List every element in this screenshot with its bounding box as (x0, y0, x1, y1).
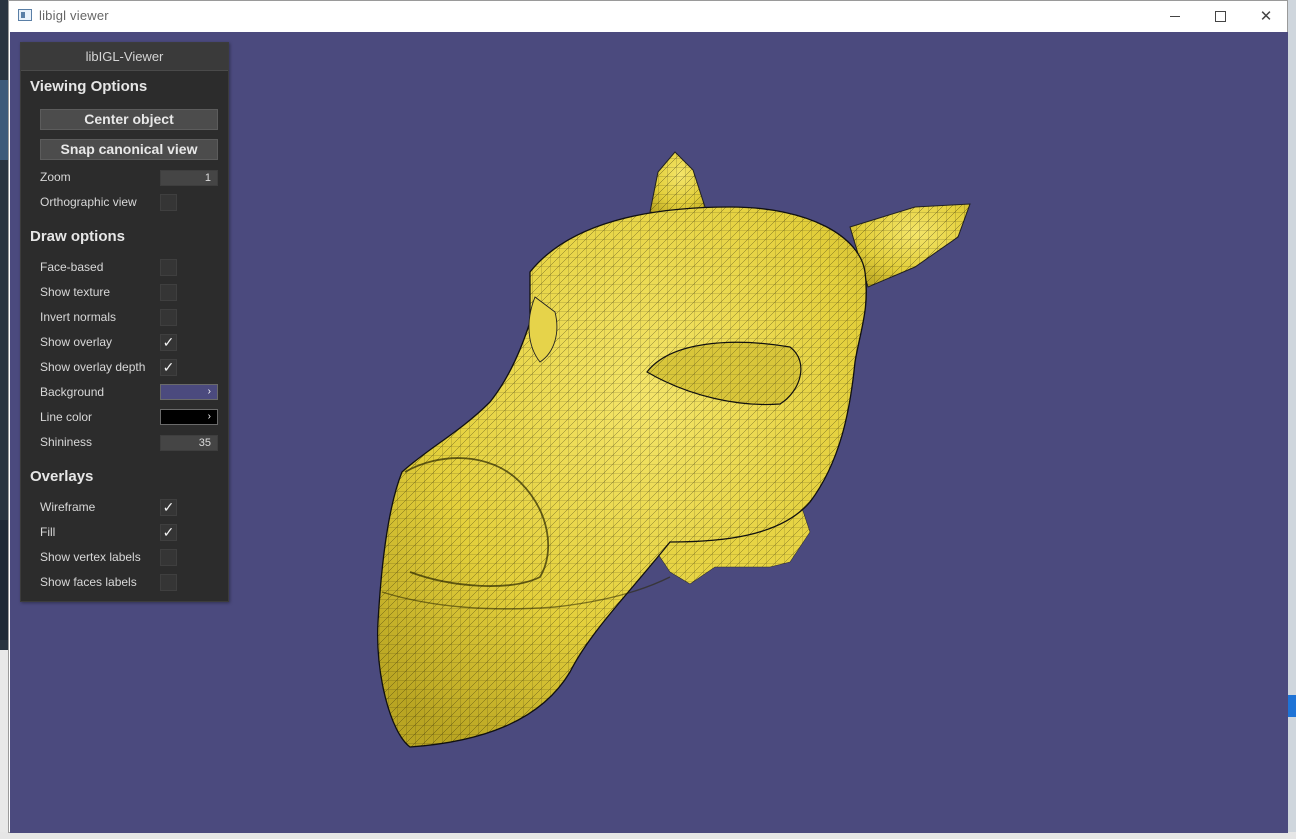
zoom-label: Zoom (40, 170, 71, 184)
3d-viewport[interactable]: libIGL-Viewer Viewing Options Center obj… (10, 32, 1288, 833)
face-based-label: Face-based (40, 260, 104, 274)
overlays-header[interactable]: Overlays (30, 468, 93, 485)
close-button[interactable]: ✕ (1243, 1, 1289, 31)
draw-options-header[interactable]: Draw options (30, 228, 125, 245)
maximize-button[interactable] (1197, 1, 1243, 31)
minimize-icon (1170, 15, 1180, 17)
snap-canonical-view-button[interactable]: Snap canonical view (40, 139, 218, 160)
line-color-label: Line color (40, 410, 93, 424)
show-overlay-depth-label: Show overlay depth (40, 360, 146, 374)
shininess-label: Shininess (40, 435, 93, 449)
center-object-button[interactable]: Center object (40, 109, 218, 130)
invert-normals-label: Invert normals (40, 310, 117, 324)
show-overlay-checkbox[interactable]: ✓ (160, 334, 177, 351)
show-overlay-label: Show overlay (40, 335, 113, 349)
close-icon: ✕ (1259, 8, 1273, 25)
zoom-input[interactable]: 1 (160, 170, 218, 186)
invert-normals-checkbox[interactable] (160, 309, 177, 326)
show-vertex-labels-checkbox[interactable] (160, 549, 177, 566)
app-icon (18, 9, 32, 21)
line-color-picker[interactable]: › (160, 409, 218, 425)
shininess-input[interactable]: 35 (160, 435, 218, 451)
wireframe-checkbox[interactable]: ✓ (160, 499, 177, 516)
show-texture-label: Show texture (40, 285, 111, 299)
orthographic-view-label: Orthographic view (40, 195, 137, 209)
desktop-accent-fragment (1288, 695, 1296, 717)
title-bar[interactable]: libigl viewer ✕ (9, 1, 1287, 31)
viewing-options-header[interactable]: Viewing Options (30, 78, 147, 95)
background-color-picker[interactable]: › (160, 384, 218, 400)
panel-title[interactable]: libIGL-Viewer (21, 43, 228, 71)
fill-checkbox[interactable]: ✓ (160, 524, 177, 541)
background-label: Background (40, 385, 105, 399)
show-faces-labels-label: Show faces labels (40, 575, 137, 589)
wireframe-label: Wireframe (40, 500, 96, 514)
show-faces-labels-checkbox[interactable] (160, 574, 177, 591)
show-vertex-labels-label: Show vertex labels (40, 550, 141, 564)
maximize-icon (1214, 10, 1226, 22)
window-title: libigl viewer (39, 8, 109, 23)
viewer-window: libigl viewer ✕ libIGL-Viewer Viewing Op… (8, 0, 1288, 833)
viewer-menu-panel: libIGL-Viewer Viewing Options Center obj… (20, 42, 229, 602)
fill-label: Fill (40, 525, 56, 539)
minimize-button[interactable] (1152, 1, 1198, 31)
desktop-background-bottom (0, 832, 1296, 839)
orthographic-view-checkbox[interactable] (160, 194, 177, 211)
face-based-checkbox[interactable] (160, 259, 177, 276)
show-texture-checkbox[interactable] (160, 284, 177, 301)
show-overlay-depth-checkbox[interactable]: ✓ (160, 359, 177, 376)
desktop-background-right (1288, 0, 1296, 839)
